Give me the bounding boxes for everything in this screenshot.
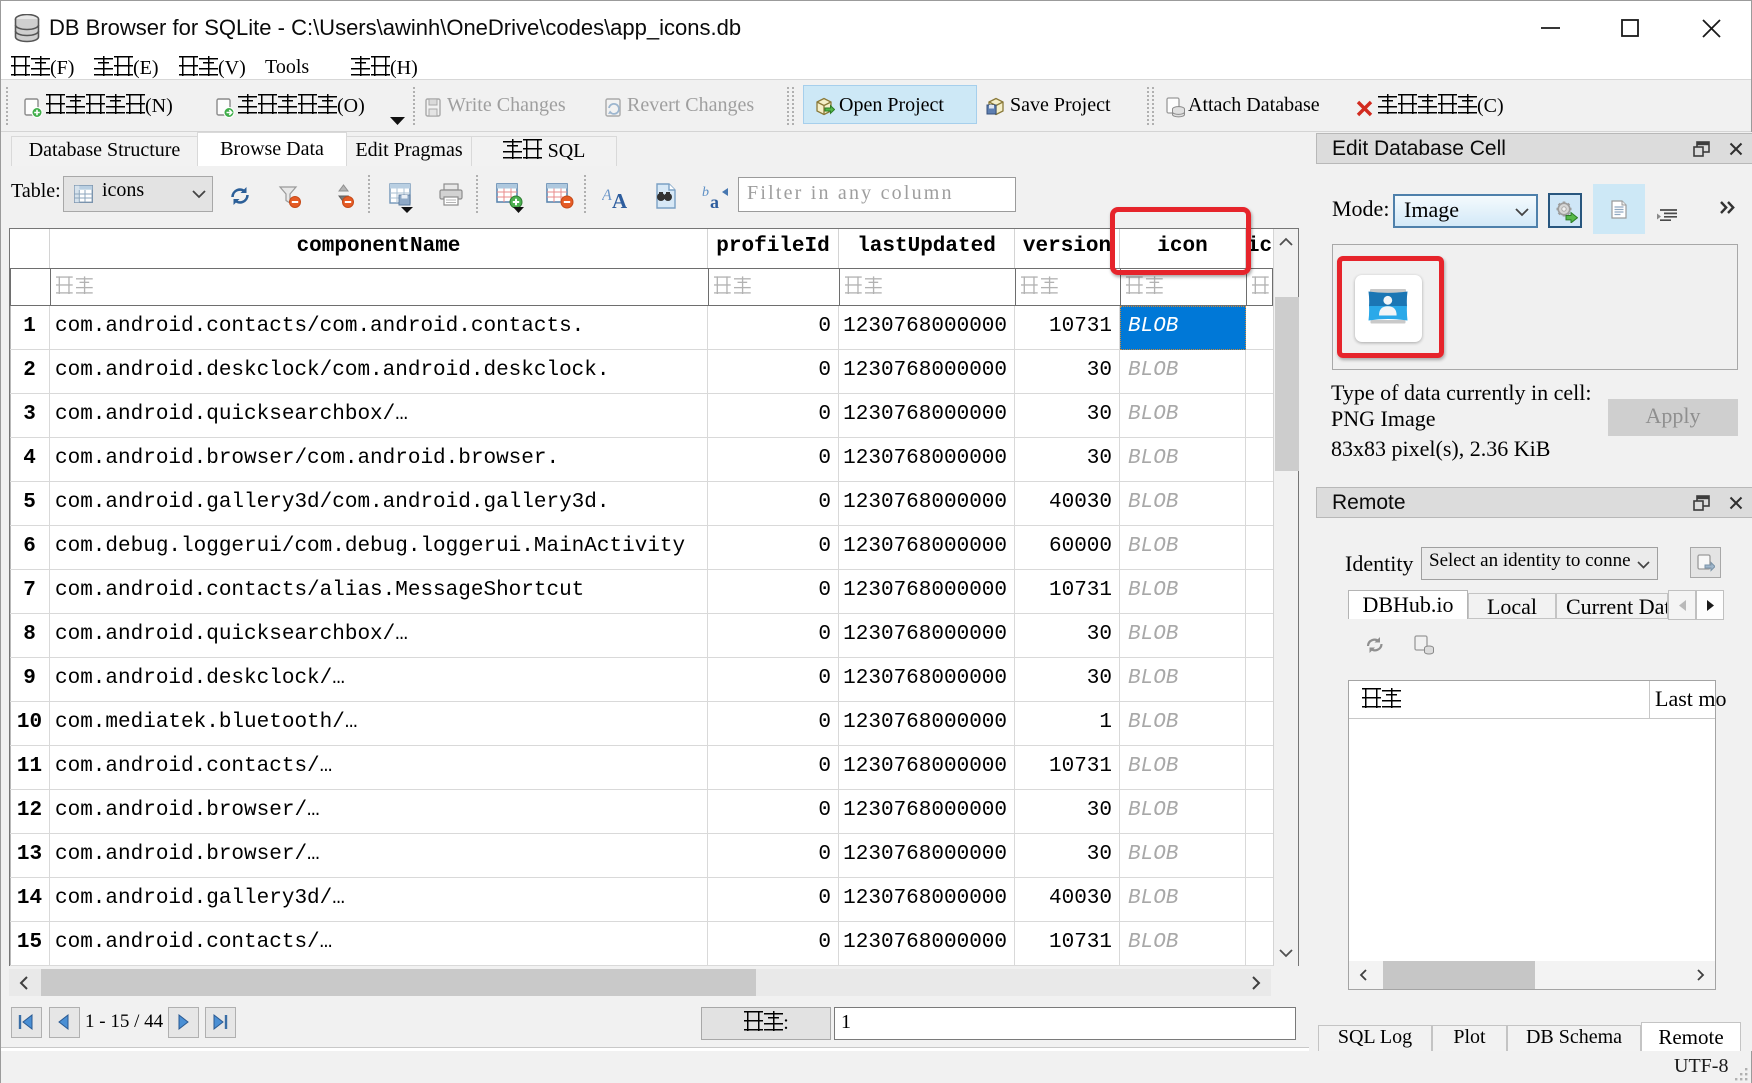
svg-text:A: A (612, 189, 628, 210)
svg-text:a: a (710, 192, 719, 211)
svg-text:A: A (602, 187, 612, 204)
svg-text:b: b (702, 185, 709, 200)
